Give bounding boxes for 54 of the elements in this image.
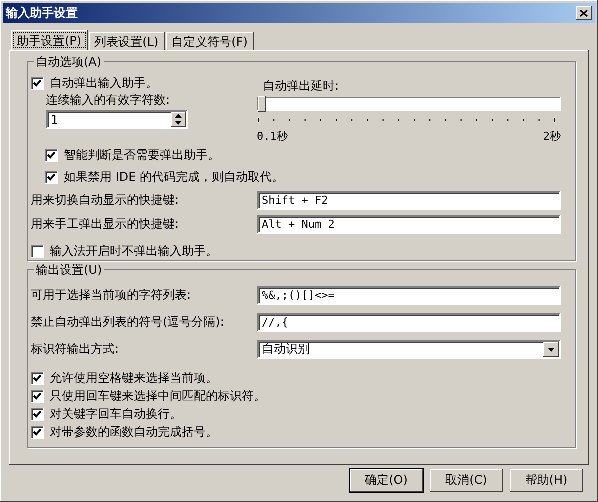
text-field[interactable]: //,{ [257, 313, 561, 332]
field-label: 可用于选择当前项的字符列表: [31, 287, 192, 304]
up-arrow-icon [175, 114, 182, 118]
group-title: 输出设置(U) [34, 262, 104, 279]
slider-track[interactable] [257, 97, 561, 111]
field-label: 用来手工弹出显示的快捷键: [31, 216, 180, 232]
checkbox[interactable] [45, 148, 58, 162]
dropdown[interactable]: 自动识别 [257, 340, 561, 359]
dropdown-value: 自动识别 [262, 341, 310, 358]
checkbox-label: 智能判断是否需要弹出助手。 [64, 146, 220, 164]
checkbox[interactable] [31, 76, 44, 90]
checkbox[interactable] [31, 244, 44, 258]
down-arrow-icon [175, 120, 182, 125]
checkbox[interactable] [31, 390, 44, 402]
down-arrow-icon [548, 348, 554, 352]
spin-buttons[interactable] [171, 112, 186, 127]
group-title: 自动选项(A) [34, 54, 104, 71]
checkmark-icon [47, 172, 56, 182]
close-icon [580, 10, 588, 16]
checkbox[interactable] [31, 408, 44, 420]
field-value: 1 [51, 112, 59, 126]
checkbox-label: 只使用回车键来选择中间匹配的标识符。 [50, 388, 266, 404]
checkbox-label: 如果禁用 IDE 的代码完成，则自动取代。 [64, 168, 284, 186]
tab[interactable]: 助手设置(P) [11, 30, 88, 50]
tab[interactable]: 自定义符号(F) [166, 32, 254, 50]
checkbox[interactable] [31, 426, 44, 438]
field-label: 标识符输出方式: [31, 341, 120, 358]
field-label: 禁止自动弹出列表的符号(逗号分隔): [31, 314, 224, 331]
shortcut-field[interactable]: Shift + F2 [257, 190, 561, 210]
slider-thumb[interactable] [258, 96, 266, 112]
field-label: 连续输入的有效字符数: [46, 92, 172, 109]
checkbox-label: 自动弹出输入助手。 [50, 74, 158, 92]
tab[interactable]: 列表设置(L) [88, 32, 165, 50]
text-field[interactable]: %&,;()[]<>= [257, 286, 561, 305]
slider-max-label: 2秒 [543, 129, 561, 144]
dialog-button[interactable]: 帮助(H) [510, 469, 583, 492]
checkbox-label: 对关键字回车自动换行。 [50, 406, 182, 422]
shortcut-field[interactable]: Alt + Num 2 [257, 214, 561, 234]
checkbox-label: 允许使用空格键来选择当前项。 [50, 370, 218, 386]
slider-label: 自动弹出延时: [263, 78, 340, 94]
dialog-button[interactable]: 取消(C) [430, 469, 503, 492]
checkbox[interactable] [45, 170, 58, 184]
dialog-button[interactable]: 确定(O) [350, 469, 423, 492]
checkmark-icon [47, 150, 56, 160]
number-field[interactable]: 1 [46, 110, 188, 129]
field-label: 用来切换自动显示的快捷键: [31, 192, 180, 208]
checkmark-icon [33, 78, 42, 88]
checkbox-label: 输入法开启时不弹出输入助手。 [50, 242, 218, 260]
window-title: 输入助手设置 [6, 4, 78, 22]
checkbox[interactable] [31, 372, 44, 384]
close-button[interactable] [576, 6, 592, 20]
checkbox-label: 对带参数的函数自动完成括号。 [50, 424, 218, 440]
dropdown-button[interactable] [543, 342, 559, 357]
slider-min-label: 0.1秒 [257, 129, 288, 144]
